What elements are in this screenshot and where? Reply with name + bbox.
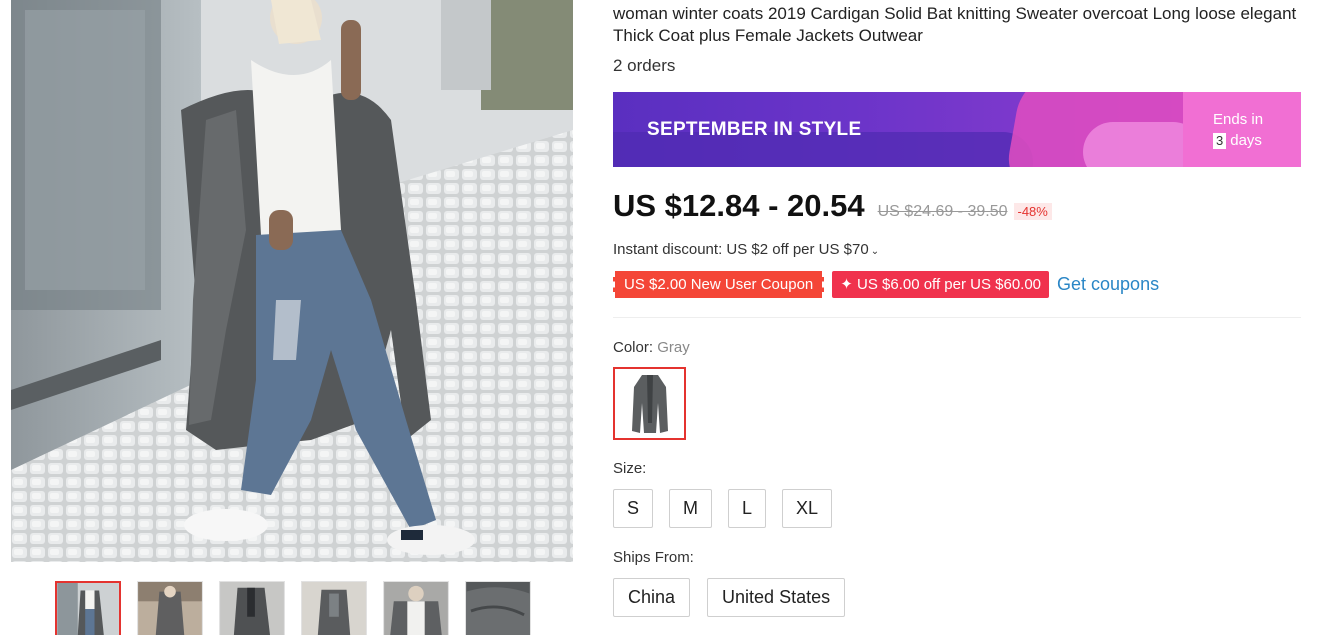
thumbnail-3[interactable] — [219, 581, 285, 635]
countdown-days-count: 3 — [1213, 133, 1227, 149]
size-option-m[interactable]: M — [669, 489, 713, 528]
selected-color: Gray — [657, 339, 690, 356]
countdown-label: Ends in — [1213, 111, 1264, 128]
ships-from-china[interactable]: China — [613, 578, 691, 617]
size-option-l[interactable]: L — [728, 489, 767, 528]
ships-from-options: China United States — [613, 578, 846, 617]
size-label: Size: — [613, 460, 647, 477]
instant-discount[interactable]: Instant discount: US $2 off per US $70 ⌄ — [613, 241, 879, 258]
thumbnail-6[interactable] — [465, 581, 531, 635]
countdown-days-label: days — [1230, 132, 1262, 149]
size-option-s[interactable]: S — [613, 489, 654, 528]
discount-badge: -48% — [1013, 203, 1052, 220]
store-coupon[interactable]: ✦ US $6.00 off per US $60.00 — [832, 271, 1050, 298]
original-price: US $24.69 - 39.50 — [877, 203, 1008, 220]
thumbnail-strip — [55, 581, 531, 635]
size-options: S M L XL — [613, 489, 833, 528]
get-coupons-link[interactable]: Get coupons — [1057, 274, 1159, 295]
coupon-row: US $2.00 New User Coupon ✦ US $6.00 off … — [613, 271, 1159, 298]
price-row: US $12.84 - 20.54 US $24.69 - 39.50 -48% — [613, 188, 1052, 224]
divider — [613, 317, 1301, 318]
promo-banner[interactable]: SEPTEMBER IN STYLE Ends in 3 days — [613, 92, 1301, 167]
new-user-coupon[interactable]: US $2.00 New User Coupon — [613, 271, 825, 298]
instant-discount-text: Instant discount: US $2 off per US $70 — [613, 241, 869, 258]
order-count: 2 orders — [613, 56, 676, 75]
ships-from-label: Ships From: — [613, 549, 694, 566]
current-price: US $12.84 - 20.54 — [613, 188, 865, 223]
thumbnail-1[interactable] — [55, 581, 121, 635]
promo-countdown: Ends in 3 days — [1183, 92, 1301, 167]
ships-from-united-states[interactable]: United States — [707, 578, 846, 617]
color-label: Color: Gray — [613, 339, 690, 356]
thumbnail-2[interactable] — [137, 581, 203, 635]
cardigan-swatch-image — [631, 374, 668, 433]
promo-banner-title: SEPTEMBER IN STYLE — [647, 119, 862, 140]
main-product-image[interactable] — [11, 0, 573, 562]
thumbnail-4[interactable] — [301, 581, 367, 635]
size-option-xl[interactable]: XL — [782, 489, 833, 528]
color-option-gray[interactable] — [613, 367, 686, 440]
chevron-down-icon: ⌄ — [870, 246, 880, 257]
thumbnail-5[interactable] — [383, 581, 449, 635]
product-photo — [11, 0, 573, 562]
product-title: woman winter coats 2019 Cardigan Solid B… — [613, 4, 1297, 45]
